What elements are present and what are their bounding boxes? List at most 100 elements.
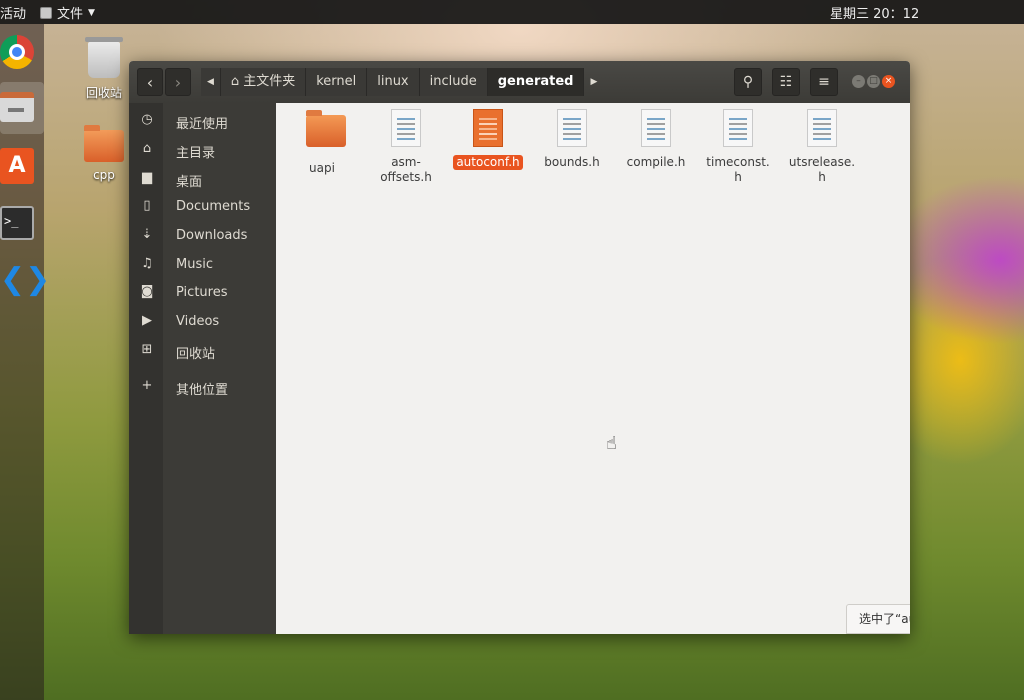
- status-bar: 选中了“autoconf.h” (102.9 KB): [846, 604, 910, 634]
- breadcrumb-scroll-right[interactable]: ▶: [584, 68, 603, 96]
- app-menu[interactable]: 文件 ▼: [40, 3, 95, 22]
- files-app-icon: [40, 6, 52, 19]
- file-item[interactable]: uapi: [284, 109, 360, 176]
- download-icon: ⇣: [141, 227, 153, 242]
- breadcrumb-scroll-left[interactable]: ◀: [201, 68, 221, 96]
- sidebar-item-documents[interactable]: ▯ Documents: [129, 193, 276, 221]
- header-file-icon: [641, 109, 671, 147]
- home-icon: ⌂: [142, 141, 152, 156]
- activities-button[interactable]: 活动: [0, 3, 26, 22]
- desktop-trash[interactable]: 回收站: [74, 37, 134, 101]
- forward-button[interactable]: ›: [165, 68, 191, 96]
- desktop-cpp-folder[interactable]: cpp: [74, 125, 134, 182]
- view-toggle-button[interactable]: ☷: [772, 68, 800, 96]
- sidebar-item-pictures[interactable]: ◙ Pictures: [129, 279, 276, 307]
- sidebar-item-downloads[interactable]: ⇣ Downloads: [129, 222, 276, 250]
- sidebar-item-label: Pictures: [176, 285, 228, 300]
- file-name: autoconf.h: [453, 155, 523, 170]
- breadcrumb-home[interactable]: ⌂ 主文件夹: [220, 68, 307, 96]
- clock-icon: ◷: [141, 112, 153, 127]
- back-button[interactable]: ‹: [137, 68, 163, 96]
- sidebar-item-videos[interactable]: ▶ Videos: [129, 308, 276, 336]
- file-item[interactable]: bounds.h: [534, 109, 610, 170]
- desktop-cpp-label: cpp: [93, 168, 115, 182]
- hamburger-icon: ≡: [818, 74, 830, 90]
- breadcrumb: ◀ ⌂ 主文件夹 kernel linux include generated ▶: [201, 68, 603, 96]
- clock[interactable]: 星期三 20：12: [830, 3, 919, 22]
- top-bar: 活动 文件 ▼ 星期三 20：12: [0, 0, 1024, 24]
- sidebar-item-music[interactable]: ♫ Music: [129, 251, 276, 279]
- desktop-trash-label: 回收站: [85, 86, 122, 100]
- close-button[interactable]: ×: [882, 75, 895, 88]
- plus-icon: +: [141, 378, 153, 393]
- sidebar-item-label: Music: [176, 257, 213, 272]
- chevron-right-icon: ›: [174, 73, 182, 92]
- chrome-icon: [0, 35, 34, 69]
- breadcrumb-linux[interactable]: linux: [367, 68, 420, 96]
- header-file-icon: [807, 109, 837, 147]
- file-name: bounds.h: [544, 155, 600, 169]
- app-menu-label: 文件: [57, 7, 84, 22]
- terminal-icon: >_: [0, 206, 34, 240]
- sidebar-item-desktop[interactable]: ▆ 桌面: [129, 165, 276, 193]
- sidebar-item-label: 主目录: [176, 146, 216, 161]
- file-item-selected[interactable]: autoconf.h: [450, 109, 526, 170]
- document-icon: ▯: [143, 198, 151, 213]
- file-name: asm- offsets.h: [380, 155, 432, 184]
- dock-item-terminal[interactable]: >_: [0, 198, 44, 250]
- header-bar: ‹ › ◀ ⌂ 主文件夹 kernel linux include generat…: [129, 61, 910, 103]
- breadcrumb-include[interactable]: include: [419, 68, 488, 96]
- sidebar-item-label: Documents: [176, 199, 251, 214]
- breadcrumb-generated[interactable]: generated: [487, 68, 585, 96]
- file-item[interactable]: utsrelease. h: [784, 109, 860, 185]
- trash-icon: [85, 37, 123, 78]
- dock-item-software[interactable]: A: [0, 140, 44, 192]
- file-name: timeconst. h: [706, 155, 770, 184]
- chevron-left-icon: ‹: [146, 73, 154, 92]
- home-icon: ⌂: [230, 74, 240, 89]
- file-item[interactable]: asm- offsets.h: [368, 109, 444, 185]
- dock: A >_ ❮❯: [0, 24, 51, 700]
- hand-cursor-icon: ☝: [606, 433, 617, 454]
- search-button[interactable]: ⚲: [734, 68, 762, 96]
- breadcrumb-kernel[interactable]: kernel: [306, 68, 368, 96]
- header-file-icon: [557, 109, 587, 147]
- vscode-icon: ❮❯: [0, 262, 51, 297]
- dock-item-vscode[interactable]: ❮❯: [0, 254, 51, 306]
- sidebar-item-recent[interactable]: ◷ 最近使用: [129, 107, 276, 135]
- minimize-button[interactable]: –: [852, 75, 865, 88]
- sidebar-item-label: Videos: [176, 314, 220, 329]
- camera-icon: ◙: [140, 284, 154, 299]
- file-item[interactable]: compile.h: [618, 109, 694, 170]
- sidebar-item-label: 最近使用: [176, 117, 229, 132]
- trash-icon: ⊞: [141, 342, 153, 357]
- search-icon: ⚲: [742, 74, 754, 90]
- dock-item-chrome[interactable]: [0, 26, 44, 78]
- file-grid: uapi asm- offsets.h autoconf.h bounds.h …: [276, 103, 910, 634]
- folder-icon: [306, 110, 346, 147]
- file-name: compile.h: [626, 155, 686, 169]
- caret-down-icon: ▼: [88, 7, 95, 18]
- menu-button[interactable]: ≡: [810, 68, 838, 96]
- window-controls: – □ ×: [852, 75, 895, 88]
- sidebar-item-trash[interactable]: ⊞ 回收站: [129, 337, 276, 365]
- sidebar-item-home[interactable]: ⌂ 主目录: [129, 136, 276, 164]
- folder-icon: [84, 125, 124, 162]
- sidebar-item-other-locations[interactable]: + 其他位置: [129, 373, 276, 401]
- header-file-icon: [473, 109, 503, 147]
- maximize-button[interactable]: □: [867, 75, 880, 88]
- sidebar-item-label: 其他位置: [176, 383, 229, 398]
- sidebar-item-label: 桌面: [176, 175, 203, 190]
- sidebar-item-label: 回收站: [176, 347, 216, 362]
- sidebar-item-label: Downloads: [176, 228, 248, 243]
- files-icon: [0, 92, 34, 122]
- video-icon: ▶: [142, 313, 152, 328]
- file-item[interactable]: timeconst. h: [700, 109, 776, 185]
- file-name: uapi: [309, 161, 335, 175]
- header-file-icon: [723, 109, 753, 147]
- dock-item-files[interactable]: [0, 82, 44, 134]
- music-icon: ♫: [141, 256, 153, 271]
- file-manager-window: ‹ › ◀ ⌂ 主文件夹 kernel linux include generat…: [129, 61, 910, 634]
- desktop-folder-icon: ▆: [142, 170, 152, 185]
- sidebar: ◷ 最近使用 ⌂ 主目录 ▆ 桌面 ▯ Documents ⇣ Download…: [129, 103, 276, 634]
